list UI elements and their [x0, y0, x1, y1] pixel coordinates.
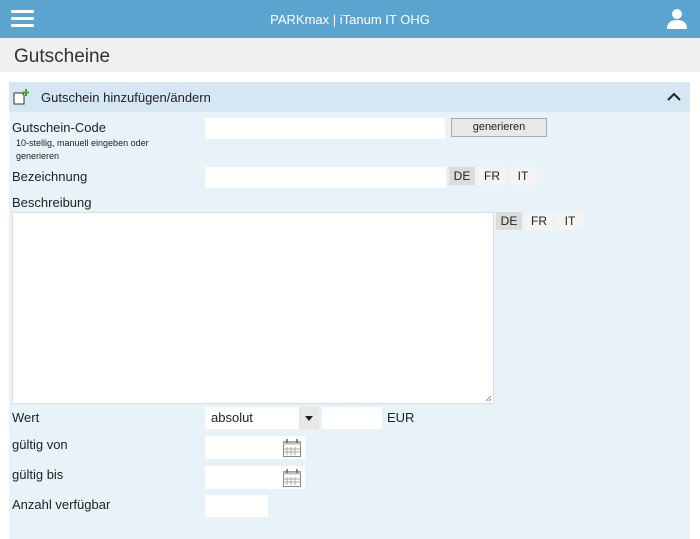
- value-amount-input[interactable]: [322, 407, 382, 429]
- bezeichnung-lang-it[interactable]: IT: [509, 167, 537, 185]
- chevron-down-icon[interactable]: [299, 407, 319, 429]
- chevron-up-icon[interactable]: [667, 91, 681, 103]
- beschreibung-textarea[interactable]: [12, 212, 494, 404]
- calendar-icon[interactable]: [282, 438, 302, 458]
- voucher-code-input[interactable]: [205, 118, 445, 139]
- top-bar: PARKmax | iTanum IT OHG: [0, 0, 700, 38]
- value-type-select[interactable]: absolut: [205, 407, 319, 429]
- generate-button[interactable]: generieren: [451, 118, 547, 137]
- valid-to-label: gültig bis: [12, 467, 64, 482]
- calendar-icon[interactable]: [282, 468, 302, 488]
- code-hint: 10-stellig, manuell eingeben oder generi…: [16, 138, 149, 161]
- valid-from-label: gültig von: [12, 437, 68, 452]
- code-label: Gutschein-Code: [12, 120, 106, 135]
- document-add-icon: [13, 89, 29, 105]
- page-header: Gutscheine: [0, 38, 700, 72]
- voucher-form-panel: Gutschein hinzufügen/ändern Gutschein-Co…: [9, 82, 690, 539]
- bezeichnung-lang-de[interactable]: DE: [449, 167, 475, 185]
- available-count-label: Anzahl verfügbar: [12, 497, 111, 512]
- beschreibung-lang-fr[interactable]: FR: [525, 212, 553, 230]
- page-title: Gutscheine: [14, 46, 111, 67]
- resize-grip-icon[interactable]: [485, 395, 492, 402]
- value-type-selected: absolut: [211, 410, 253, 425]
- beschreibung-lang-de[interactable]: DE: [496, 212, 522, 230]
- currency-label: EUR: [387, 410, 415, 425]
- bezeichnung-input[interactable]: [205, 167, 446, 188]
- beschreibung-label: Beschreibung: [12, 195, 92, 210]
- panel-header[interactable]: Gutschein hinzufügen/ändern: [9, 82, 690, 112]
- bezeichnung-lang-fr[interactable]: FR: [478, 167, 506, 185]
- user-icon[interactable]: [666, 8, 688, 30]
- beschreibung-lang-it[interactable]: IT: [556, 212, 584, 230]
- available-count-input[interactable]: [205, 495, 268, 517]
- app-title: PARKmax | iTanum IT OHG: [270, 12, 430, 27]
- bezeichnung-label: Bezeichnung: [12, 169, 88, 184]
- panel-title: Gutschein hinzufügen/ändern: [41, 90, 211, 105]
- wert-label: Wert: [12, 410, 40, 425]
